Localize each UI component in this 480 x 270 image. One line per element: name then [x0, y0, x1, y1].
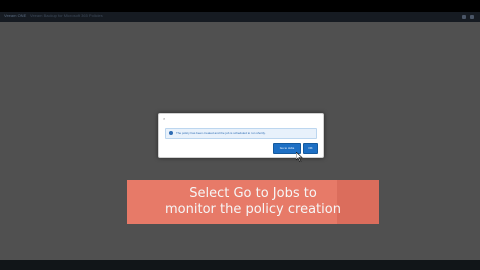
caption-line-2: monitor the policy creation — [165, 202, 341, 217]
tab-policies[interactable]: Veeam Backup for Microsoft 365 Policies — [30, 13, 103, 18]
ok-button[interactable]: OK — [303, 143, 318, 154]
info-icon — [169, 131, 173, 135]
info-message: The policy has been created and the job … — [176, 131, 266, 135]
info-message-bar: The policy has been created and the job … — [165, 128, 317, 139]
mouse-cursor-icon — [296, 152, 303, 162]
caption-line-1: Select Go to Jobs to — [189, 186, 317, 201]
app-title: Veeam ONE — [4, 13, 27, 18]
top-bar: Veeam ONE Veeam Backup for Microsoft 365… — [0, 12, 480, 22]
user-icon[interactable] — [462, 15, 466, 19]
settings-icon[interactable] — [470, 15, 474, 19]
caption-text: Select Go to Jobs to monitor the policy … — [127, 186, 379, 218]
close-icon[interactable]: × — [163, 116, 165, 121]
instruction-caption: Select Go to Jobs to monitor the policy … — [127, 180, 379, 224]
bottom-bar — [0, 260, 480, 270]
